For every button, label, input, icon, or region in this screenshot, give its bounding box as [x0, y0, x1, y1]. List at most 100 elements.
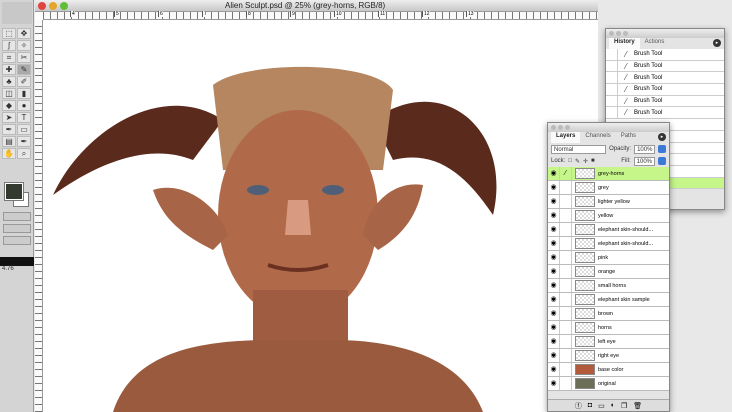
tab-channels[interactable]: Channels: [580, 132, 615, 143]
layer-link-cell[interactable]: [560, 265, 572, 278]
tool-gradient-icon[interactable]: ▮: [17, 88, 31, 99]
tool-blur-icon[interactable]: ◆: [2, 100, 16, 111]
tool-lasso-icon[interactable]: ʃ: [2, 40, 16, 51]
tool-healing-icon[interactable]: ✚: [2, 64, 16, 75]
visibility-eye-icon[interactable]: ◉: [548, 167, 560, 180]
tool-slice-icon[interactable]: ✂: [17, 52, 31, 63]
tab-history[interactable]: History: [609, 38, 640, 49]
adjustment-layer-icon[interactable]: ◐: [611, 402, 615, 409]
history-item[interactable]: ⁄ Brush Tool: [606, 60, 724, 73]
visibility-eye-icon[interactable]: ◉: [548, 181, 560, 194]
vertical-ruler[interactable]: [35, 20, 43, 412]
snapshot-source-checkbox[interactable]: [606, 60, 618, 72]
layer-link-cell[interactable]: [560, 349, 572, 362]
quick-mask-button[interactable]: [3, 212, 31, 221]
layer-row[interactable]: ◉ right eye: [548, 349, 669, 363]
visibility-eye-icon[interactable]: ◉: [548, 237, 560, 250]
snapshot-source-checkbox[interactable]: [606, 72, 618, 84]
canvas-artwork[interactable]: [43, 20, 598, 412]
add-mask-icon[interactable]: ◘: [588, 402, 592, 409]
snapshot-source-checkbox[interactable]: [606, 49, 618, 60]
lock-pixels-icon[interactable]: ✎: [575, 158, 580, 165]
history-item[interactable]: ⁄ Brush Tool: [606, 84, 724, 96]
layer-link-cell[interactable]: [560, 321, 572, 334]
screen-mode-button[interactable]: [3, 224, 31, 233]
lock-position-icon[interactable]: ✛: [583, 158, 588, 165]
tool-history-brush-icon[interactable]: ✐: [17, 76, 31, 87]
visibility-eye-icon[interactable]: ◉: [548, 321, 560, 334]
visibility-eye-icon[interactable]: ◉: [548, 209, 560, 222]
visibility-eye-icon[interactable]: ◉: [548, 265, 560, 278]
layer-row[interactable]: ◉ yellow: [548, 209, 669, 223]
fill-input[interactable]: 100%: [633, 156, 655, 166]
panel-menu-icon[interactable]: ▸: [713, 39, 721, 47]
layer-link-cell[interactable]: [560, 293, 572, 306]
tool-notes-icon[interactable]: ▤: [2, 136, 16, 147]
minimize-button[interactable]: [49, 2, 57, 10]
tool-crop-icon[interactable]: ⌗: [2, 52, 16, 63]
close-button[interactable]: [38, 2, 46, 10]
brush-icon[interactable]: ⁄: [560, 167, 572, 180]
layer-link-cell[interactable]: [560, 251, 572, 264]
layer-link-cell[interactable]: [560, 223, 572, 236]
layer-row[interactable]: ◉ elephant skin-should...: [548, 237, 669, 251]
layer-link-cell[interactable]: [560, 363, 572, 376]
tool-eyedropper-icon[interactable]: ✒: [17, 136, 31, 147]
tool-pen-icon[interactable]: ✒: [2, 124, 16, 135]
layer-link-cell[interactable]: [560, 335, 572, 348]
tool-dodge-icon[interactable]: ●: [17, 100, 31, 111]
snapshot-source-checkbox[interactable]: [606, 95, 618, 107]
history-item[interactable]: ⁄ Brush Tool: [606, 95, 724, 108]
tool-hand-icon[interactable]: ✋: [2, 148, 16, 159]
visibility-eye-icon[interactable]: ◉: [548, 195, 560, 208]
layer-row[interactable]: ◉ lighter yellow: [548, 195, 669, 209]
opacity-slider-button[interactable]: [658, 145, 666, 153]
trash-icon[interactable]: 🗑: [633, 402, 642, 410]
snapshot-source-checkbox[interactable]: [606, 107, 618, 119]
jump-to-imageready-button[interactable]: [3, 236, 31, 245]
opacity-input[interactable]: 100%: [634, 144, 656, 154]
tool-marquee-icon[interactable]: ⬚: [2, 28, 16, 39]
visibility-eye-icon[interactable]: ◉: [548, 307, 560, 320]
layer-link-cell[interactable]: [560, 195, 572, 208]
tool-shape-icon[interactable]: ▭: [17, 124, 31, 135]
layer-row[interactable]: ◉ ⁄ grey-horns: [548, 167, 669, 181]
lock-all-icon[interactable]: ■: [591, 158, 595, 164]
layer-row[interactable]: ◉ horns: [548, 321, 669, 335]
new-layer-icon[interactable]: ❐: [621, 402, 627, 410]
layer-link-cell[interactable]: [560, 279, 572, 292]
zoom-button[interactable]: [60, 2, 68, 10]
tool-path-select-icon[interactable]: ➤: [2, 112, 16, 123]
snapshot-source-checkbox[interactable]: [606, 84, 618, 95]
layer-row[interactable]: ◉ orange: [548, 265, 669, 279]
history-item[interactable]: ⁄ Brush Tool: [606, 72, 724, 85]
layer-row[interactable]: ◉ left eye: [548, 335, 669, 349]
panel-menu-icon[interactable]: ▸: [658, 133, 666, 141]
tool-magic-wand-icon[interactable]: ✧: [17, 40, 31, 51]
tab-paths[interactable]: Paths: [616, 132, 641, 143]
visibility-eye-icon[interactable]: ◉: [548, 251, 560, 264]
tool-eraser-icon[interactable]: ◫: [2, 88, 16, 99]
fill-slider-button[interactable]: [658, 157, 666, 165]
blend-mode-select[interactable]: Normal: [551, 144, 607, 154]
layer-link-cell[interactable]: [560, 181, 572, 194]
layer-row[interactable]: ◉ elephant skin sample: [548, 293, 669, 307]
tool-zoom-icon[interactable]: ⌕: [17, 148, 31, 159]
lock-transparency-icon[interactable]: □: [568, 158, 572, 164]
layer-link-cell[interactable]: [560, 209, 572, 222]
visibility-eye-icon[interactable]: ◉: [548, 335, 560, 348]
layer-row[interactable]: ◉ base color: [548, 363, 669, 377]
new-group-icon[interactable]: ▭: [598, 402, 605, 410]
tool-brush-icon[interactable]: ✎: [17, 64, 31, 75]
layer-row[interactable]: ◉ original: [548, 377, 669, 391]
history-item[interactable]: ⁄ Brush Tool: [606, 107, 724, 120]
layer-style-icon[interactable]: ⓕ: [575, 401, 582, 411]
visibility-eye-icon[interactable]: ◉: [548, 223, 560, 236]
visibility-eye-icon[interactable]: ◉: [548, 293, 560, 306]
tool-type-icon[interactable]: T: [17, 112, 31, 123]
foreground-color-swatch[interactable]: [4, 182, 24, 201]
history-item[interactable]: ⁄ Brush Tool: [606, 49, 724, 61]
visibility-eye-icon[interactable]: ◉: [548, 377, 560, 390]
tab-layers[interactable]: Layers: [551, 132, 581, 143]
layer-link-cell[interactable]: [560, 377, 572, 390]
